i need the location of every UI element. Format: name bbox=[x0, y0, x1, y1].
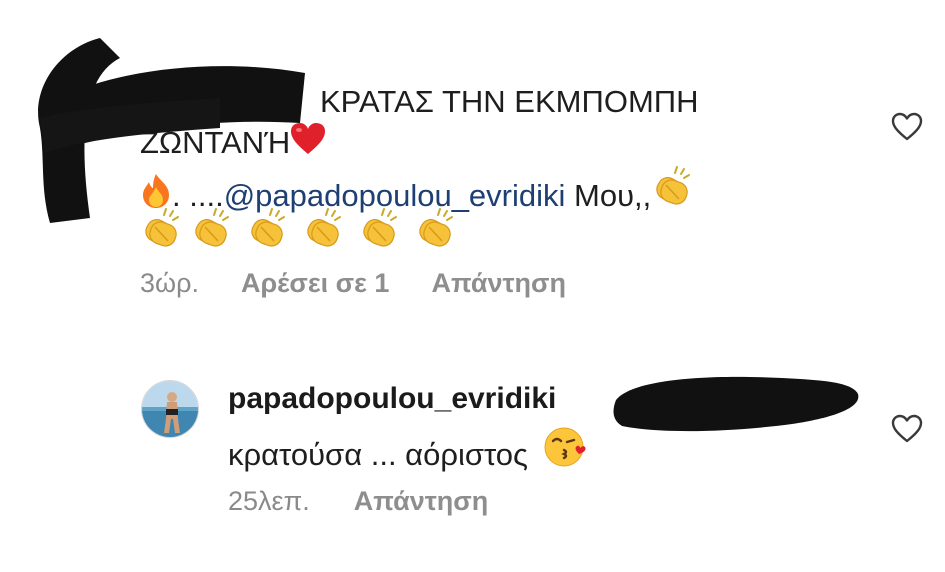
reply-button[interactable]: Απάντηση bbox=[354, 486, 489, 516]
reply-meta: 25λεπ. Απάντηση bbox=[228, 486, 532, 517]
clapping-hands-emoji bbox=[140, 207, 184, 251]
reply-username[interactable]: papadopoulou_evridiki bbox=[228, 382, 556, 416]
comment-text-line-4 bbox=[140, 207, 464, 258]
likes-count-link[interactable]: Αρέσει σε 1 bbox=[241, 268, 389, 298]
clapping-hands-emoji bbox=[651, 165, 695, 209]
comment-text-word: ΖΩΝΤΑΝΉ bbox=[140, 125, 291, 160]
redaction-scribble bbox=[613, 376, 859, 432]
red-heart-emoji bbox=[290, 122, 326, 156]
heart-outline-icon[interactable] bbox=[891, 112, 923, 142]
reply-button[interactable]: Απάντηση bbox=[431, 268, 566, 298]
reply-text-content: κρατούσα ... αόριστος bbox=[228, 437, 528, 472]
reply-text: κρατούσα ... αόριστος bbox=[228, 426, 587, 473]
comment-text-line-1: ΚΡΑΤΑΣ ΤΗΝ ΕΚΜΠΟΜΠΗ bbox=[320, 84, 699, 119]
comment-text-line-2: ΖΩΝΤΑΝΉ bbox=[140, 122, 326, 163]
comment-item: ΚΡΑΤΑΣ ΤΗΝ ΕΚΜΠΟΜΠΗ ΖΩΝΤΑΝΉ . ....@papad… bbox=[0, 0, 945, 330]
clapping-hands-emoji bbox=[352, 207, 408, 251]
reply-timestamp: 25λεπ. bbox=[228, 486, 310, 516]
clapping-hands-emoji bbox=[184, 207, 240, 251]
fire-emoji bbox=[140, 173, 172, 209]
heart-outline-icon[interactable] bbox=[891, 414, 923, 444]
comment-meta: 3ώρ. Αρέσει σε 1 Απάντηση bbox=[140, 268, 608, 299]
comment-text-suffix: Μου,, bbox=[565, 178, 652, 213]
clapping-hands-emoji bbox=[296, 207, 352, 251]
face-blowing-kiss-emoji bbox=[543, 426, 587, 468]
clapping-hands-emoji bbox=[240, 207, 296, 251]
avatar[interactable] bbox=[141, 380, 199, 438]
comment-timestamp: 3ώρ. bbox=[140, 268, 199, 298]
reply-item: papadopoulou_evridiki κρατούσα ... αόρισ… bbox=[0, 330, 945, 572]
clapping-hands-emoji bbox=[408, 207, 464, 251]
